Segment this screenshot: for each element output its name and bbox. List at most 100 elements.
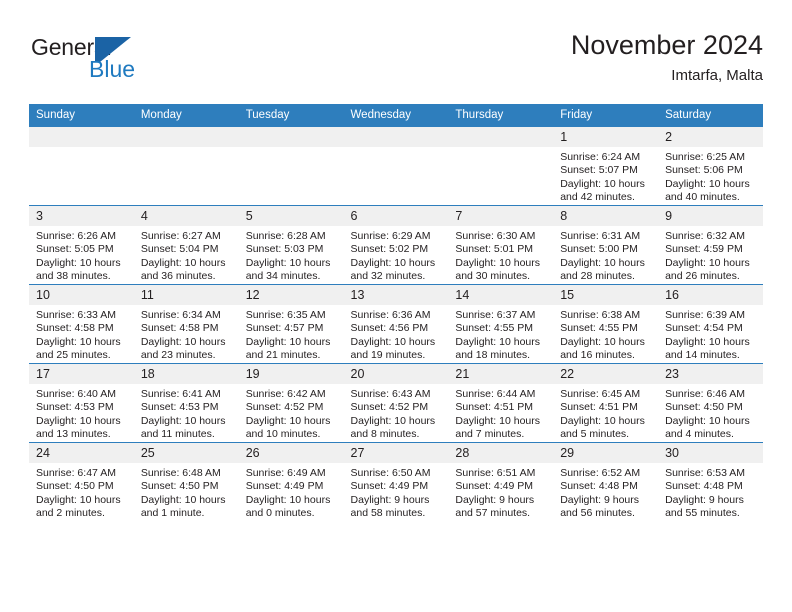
day-content (29, 127, 134, 205)
calendar-cell-day[interactable]: 22 Sunrise: 6:45 AM Sunset: 4:51 PM Dayligh… (553, 363, 659, 443)
calendar-cell-day[interactable]: 23 Sunrise: 6:46 AM Sunset: 4:50 PM Dayligh… (658, 363, 763, 443)
day-number: 24 (29, 443, 134, 463)
calendar-cell-empty (448, 126, 554, 206)
sunrise-text: Sunrise: 6:28 AM (245, 230, 326, 242)
day-content: 22 Sunrise: 6:45 AM Sunset: 4:51 PM Dayligh… (553, 364, 659, 442)
day-content: 25 Sunrise: 6:48 AM Sunset: 4:50 PM Dayligh… (133, 443, 239, 521)
daylight-text-line2: and 30 minutes. (455, 270, 531, 283)
daylight-text-line2: and 13 minutes. (36, 428, 111, 441)
day-content: 4 Sunrise: 6:27 AM Sunset: 5:04 PM Daylight… (133, 206, 239, 284)
sun-info: Sunrise: 6:38 AM Sunset: 4:55 PM Daylight:… (553, 305, 658, 363)
calendar-cell-day[interactable]: 21 Sunrise: 6:44 AM Sunset: 4:51 PM Dayligh… (448, 363, 554, 443)
calendar-cell-day[interactable]: 3 Sunrise: 6:26 AM Sunset: 5:05 PM Daylight… (29, 205, 134, 285)
daylight-text-line2: and 11 minutes. (140, 428, 215, 441)
sun-info: Sunrise: 6:45 AM Sunset: 4:51 PM Daylight:… (553, 384, 658, 442)
calendar-cell-day[interactable]: 24 Sunrise: 6:47 AM Sunset: 4:50 PM Dayligh… (29, 442, 134, 521)
calendar-cell-empty (238, 126, 344, 206)
calendar-cell-day[interactable]: 18 Sunrise: 6:41 AM Sunset: 4:53 PM Dayligh… (133, 363, 239, 443)
calendar-cell-day[interactable]: 26 Sunrise: 6:49 AM Sunset: 4:49 PM Dayligh… (238, 442, 344, 521)
sunset-text: Sunset: 5:03 PM (245, 243, 324, 256)
sun-info: Sunrise: 6:41 AM Sunset: 4:53 PM Daylight:… (134, 384, 239, 442)
calendar-cell-day[interactable]: 28 Sunrise: 6:51 AM Sunset: 4:49 PM Dayligh… (448, 442, 554, 521)
calendar-cell-day[interactable]: 29 Sunrise: 6:52 AM Sunset: 4:48 PM Dayligh… (553, 442, 659, 521)
calendar-cell-day[interactable]: 8 Sunrise: 6:31 AM Sunset: 5:00 PM Daylight… (553, 205, 659, 285)
sun-info: Sunrise: 6:35 AM Sunset: 4:57 PM Daylight:… (239, 305, 344, 363)
day-content: 6 Sunrise: 6:29 AM Sunset: 5:02 PM Daylight… (343, 206, 449, 284)
calendar-cell-day[interactable]: 7 Sunrise: 6:30 AM Sunset: 5:01 PM Daylight… (448, 205, 554, 285)
calendar-cell-day[interactable]: 17 Sunrise: 6:40 AM Sunset: 4:53 PM Dayligh… (29, 363, 134, 443)
sunrise-text: Sunrise: 6:26 AM (36, 230, 116, 242)
sunrise-text: Sunrise: 6:47 AM (36, 467, 116, 479)
daylight-text-line1: Daylight: 10 hours (245, 493, 331, 506)
sun-info: Sunrise: 6:48 AM Sunset: 4:50 PM Daylight:… (134, 463, 239, 521)
calendar-cell-day[interactable]: 1 Sunrise: 6:24 AM Sunset: 5:07 PM Daylight… (553, 126, 659, 206)
sun-info: Sunrise: 6:52 AM Sunset: 4:48 PM Daylight:… (553, 463, 658, 521)
day-content: 29 Sunrise: 6:52 AM Sunset: 4:48 PM Dayligh… (553, 443, 659, 521)
calendar-cell-day[interactable]: 25 Sunrise: 6:48 AM Sunset: 4:50 PM Dayligh… (133, 442, 239, 521)
daylight-text-line2: and 18 minutes. (455, 349, 531, 362)
daylight-text-line2: and 56 minutes. (560, 507, 635, 520)
sun-info: Sunrise: 6:47 AM Sunset: 4:50 PM Daylight:… (29, 463, 134, 521)
day-content: 17 Sunrise: 6:40 AM Sunset: 4:53 PM Dayligh… (29, 364, 134, 442)
sunrise-text: Sunrise: 6:45 AM (560, 388, 641, 400)
daylight-text-line2: and 7 minutes. (455, 428, 525, 441)
day-number: 8 (553, 206, 659, 226)
day-content (343, 127, 449, 205)
day-number: 21 (448, 364, 554, 384)
day-number: 7 (448, 206, 554, 226)
calendar-cell-day[interactable]: 13 Sunrise: 6:36 AM Sunset: 4:56 PM Dayligh… (343, 284, 449, 364)
sun-info: Sunrise: 6:39 AM Sunset: 4:54 PM Daylight:… (658, 305, 763, 363)
sun-info: Sunrise: 6:40 AM Sunset: 4:53 PM Daylight:… (29, 384, 134, 442)
sunset-text: Sunset: 5:00 PM (560, 243, 638, 256)
daylight-text-line1: Daylight: 10 hours (140, 335, 226, 348)
day-number: 19 (238, 364, 344, 384)
day-number: 27 (343, 443, 449, 463)
daylight-text-line2: and 2 minutes. (36, 507, 105, 520)
daylight-text-line1: Daylight: 10 hours (36, 335, 121, 348)
day-content: 9 Sunrise: 6:32 AM Sunset: 4:59 PM Daylight… (658, 206, 763, 284)
sunset-text: Sunset: 5:05 PM (36, 243, 114, 256)
sunrise-text: Sunrise: 6:49 AM (245, 467, 326, 479)
daylight-text-line2: and 26 minutes. (665, 270, 740, 283)
sun-info: Sunrise: 6:36 AM Sunset: 4:56 PM Daylight:… (344, 305, 449, 363)
calendar-cell-day[interactable]: 14 Sunrise: 6:37 AM Sunset: 4:55 PM Dayligh… (448, 284, 554, 364)
calendar-cell-day[interactable]: 12 Sunrise: 6:35 AM Sunset: 4:57 PM Dayligh… (238, 284, 344, 364)
sunset-text: Sunset: 4:58 PM (36, 322, 114, 335)
sunrise-text: Sunrise: 6:51 AM (455, 467, 536, 479)
calendar-cell-empty (29, 126, 134, 206)
calendar-cell-day[interactable]: 4 Sunrise: 6:27 AM Sunset: 5:04 PM Daylight… (133, 205, 239, 285)
title-block: November 2024 Imtarfa, Malta (571, 28, 763, 87)
calendar-cell-day[interactable]: 2 Sunrise: 6:25 AM Sunset: 5:06 PM Daylight… (658, 126, 763, 206)
sun-info: Sunrise: 6:50 AM Sunset: 4:49 PM Daylight:… (344, 463, 449, 521)
sunset-text: Sunset: 4:51 PM (455, 401, 534, 414)
sun-info: Sunrise: 6:25 AM Sunset: 5:06 PM Daylight:… (658, 147, 763, 205)
calendar-cell-day[interactable]: 20 Sunrise: 6:43 AM Sunset: 4:52 PM Dayligh… (343, 363, 449, 443)
day-number (133, 127, 239, 147)
daylight-text-line2: and 5 minutes. (560, 428, 630, 441)
sunrise-text: Sunrise: 6:37 AM (455, 309, 536, 321)
day-content: 20 Sunrise: 6:43 AM Sunset: 4:52 PM Dayligh… (343, 364, 449, 442)
sunrise-text: Sunrise: 6:35 AM (245, 309, 326, 321)
calendar-cell-day[interactable]: 15 Sunrise: 6:38 AM Sunset: 4:55 PM Dayligh… (553, 284, 659, 364)
calendar-cell-day[interactable]: 30 Sunrise: 6:53 AM Sunset: 4:48 PM Dayligh… (658, 442, 763, 521)
calendar-cell-day[interactable]: 16 Sunrise: 6:39 AM Sunset: 4:54 PM Dayligh… (658, 284, 763, 364)
sun-info: Sunrise: 6:27 AM Sunset: 5:04 PM Daylight:… (134, 226, 239, 284)
sun-info: Sunrise: 6:51 AM Sunset: 4:49 PM Daylight:… (448, 463, 553, 521)
calendar-cell-day[interactable]: 11 Sunrise: 6:34 AM Sunset: 4:58 PM Dayligh… (133, 284, 239, 364)
day-number (448, 127, 554, 147)
sunset-text: Sunset: 4:49 PM (455, 480, 534, 493)
calendar-cell-day[interactable]: 27 Sunrise: 6:50 AM Sunset: 4:49 PM Dayligh… (343, 442, 449, 521)
daylight-text-line1: Daylight: 10 hours (140, 256, 226, 269)
calendar-cell-day[interactable]: 19 Sunrise: 6:42 AM Sunset: 4:52 PM Dayligh… (238, 363, 344, 443)
day-number: 1 (553, 127, 659, 147)
daylight-text-line1: Daylight: 10 hours (665, 414, 750, 427)
sunrise-text: Sunrise: 6:38 AM (560, 309, 641, 321)
calendar-cell-day[interactable]: 10 Sunrise: 6:33 AM Sunset: 4:58 PM Dayligh… (29, 284, 134, 364)
calendar-cell-day[interactable]: 5 Sunrise: 6:28 AM Sunset: 5:03 PM Daylight… (238, 205, 344, 285)
day-number: 29 (553, 443, 659, 463)
calendar-week-row: 10 Sunrise: 6:33 AM Sunset: 4:58 PM Dayligh… (29, 284, 763, 364)
general-blue-logo[interactable]: General Blue (29, 34, 249, 94)
calendar-cell-day[interactable]: 9 Sunrise: 6:32 AM Sunset: 4:59 PM Daylight… (658, 205, 763, 285)
calendar-cell-day[interactable]: 6 Sunrise: 6:29 AM Sunset: 5:02 PM Daylight… (343, 205, 449, 285)
daylight-text-line2: and 42 minutes. (560, 191, 635, 204)
